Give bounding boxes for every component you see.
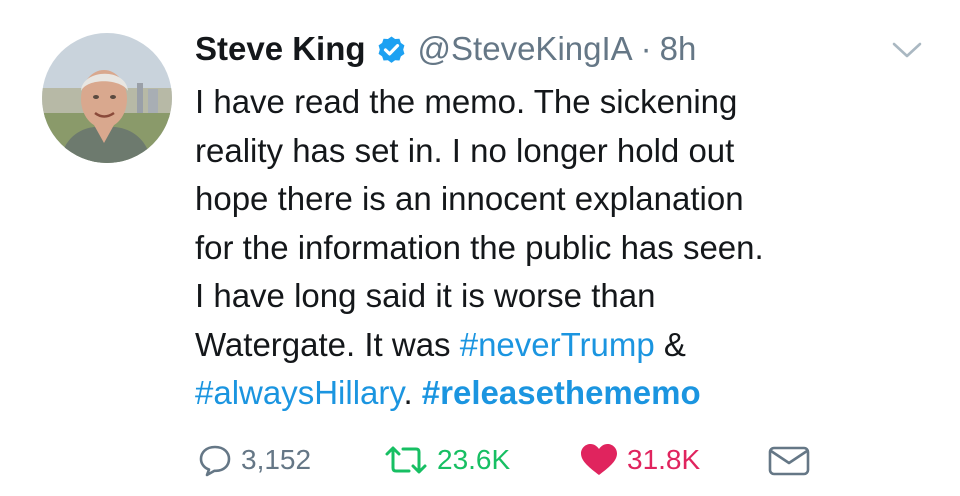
reply-button[interactable]: 3,152	[197, 438, 311, 482]
separator-dot: ·	[640, 30, 652, 67]
reply-icon	[197, 442, 233, 478]
like-count: 31.8K	[627, 444, 701, 475]
tweet-header: Steve King @SteveKingIA · 8h	[195, 26, 696, 72]
timestamp[interactable]: 8h	[660, 26, 697, 72]
retweet-icon	[383, 442, 429, 478]
verified-badge-icon	[375, 33, 408, 66]
hashtag-link[interactable]: #neverTrump	[460, 326, 655, 363]
heart-icon	[579, 442, 619, 478]
direct-message-button[interactable]	[767, 438, 811, 482]
author-handle[interactable]: @SteveKingIA	[418, 26, 633, 72]
tweet[interactable]: Steve King @SteveKingIA · 8h I have read…	[0, 0, 960, 496]
tweet-text-line: I have long said it is worse than	[195, 272, 935, 321]
tweet-text-line: #alwaysHillary. #releasethememo	[195, 369, 935, 418]
hashtag-link[interactable]: #releasethememo	[422, 374, 701, 411]
retweet-count: 23.6K	[437, 444, 511, 475]
tweet-text-line: reality has set in. I no longer hold out	[195, 127, 935, 176]
chevron-down-icon[interactable]	[890, 38, 924, 62]
tweet-text-line: Watergate. It was #neverTrump &	[195, 321, 935, 370]
tweet-text-segment: hope there is an innocent explanation	[195, 180, 744, 217]
tweet-text-segment: .	[403, 374, 422, 411]
tweet-text-segment: I have read the memo. The sickening	[195, 83, 738, 120]
tweet-text-segment: I have long said it is worse than	[195, 277, 656, 314]
avatar[interactable]	[42, 33, 172, 163]
tweet-text-segment: &	[654, 325, 686, 363]
tweet-text-segment: Watergate. It was	[195, 325, 460, 363]
tweet-text-line: I have read the memo. The sickening	[195, 78, 935, 127]
author-name[interactable]: Steve King	[195, 26, 366, 72]
envelope-icon	[767, 442, 811, 478]
tweet-text-segment: reality has set in. I no longer hold out	[195, 131, 735, 169]
reply-count: 3,152	[241, 444, 312, 475]
tweet-text-line: for the information the public has seen.	[195, 224, 935, 273]
tweet-text: I have read the memo. The sickening reali…	[195, 78, 935, 418]
retweet-button[interactable]: 23.6K	[383, 438, 510, 482]
hashtag-link[interactable]: #alwaysHillary	[195, 374, 403, 411]
tweet-text-line: hope there is an innocent explanation	[195, 175, 935, 224]
like-button[interactable]: 31.8K	[579, 438, 700, 482]
tweet-actions: 3,152 23.6K 31.8K	[195, 438, 935, 482]
tweet-text-segment: for the information the public has seen.	[195, 228, 764, 266]
